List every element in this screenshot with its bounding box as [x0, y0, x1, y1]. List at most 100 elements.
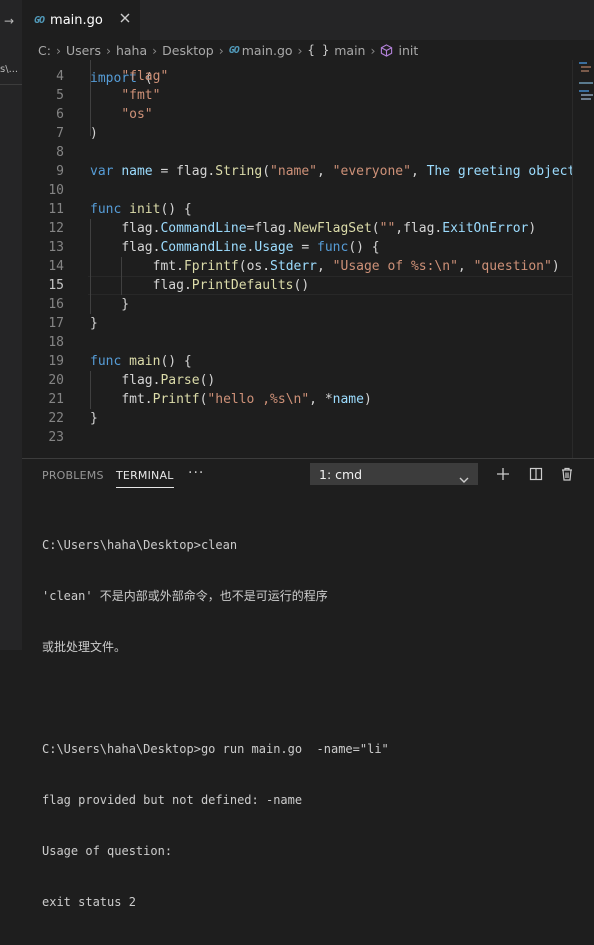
line-number: 6 — [56, 107, 64, 122]
code-line[interactable]: 13 flag.CommandLine.Usage = func() { — [22, 238, 572, 257]
code-line[interactable]: 19 func main() { — [22, 352, 572, 371]
breadcrumb-item[interactable]: Users — [66, 43, 101, 58]
breadcrumb-item[interactable]: C: — [38, 43, 51, 58]
code-line[interactable]: 10 — [22, 181, 572, 200]
line-number: 8 — [56, 145, 64, 160]
trash-icon[interactable] — [558, 465, 576, 483]
code-text: var name = flag.String("name", "everyone… — [90, 164, 576, 179]
line-number: 16 — [48, 297, 64, 312]
chevron-right-icon: › — [218, 42, 224, 58]
code-line[interactable]: 7) — [22, 124, 572, 143]
code-text: flag.Parse() — [121, 373, 216, 388]
line-number: 5 — [56, 88, 64, 103]
code-line[interactable]: 16 } — [22, 295, 572, 314]
code-text: flag.PrintDefaults() — [152, 278, 310, 293]
bottom-panel: PROBLEMS TERMINAL ··· 1: cmd C:\Users\ha… — [22, 458, 594, 909]
code-line[interactable]: 21 fmt.Printf("hello ,%s\n", *name) — [22, 390, 572, 409]
line-number: 9 — [56, 164, 64, 179]
line-number: 12 — [48, 221, 64, 236]
breadcrumb-symbol-main[interactable]: main — [334, 43, 365, 58]
line-number: 15 — [48, 278, 64, 293]
line-number: 17 — [48, 316, 64, 331]
code-text: func init() { — [90, 202, 192, 217]
line-number: 13 — [48, 240, 64, 255]
code-text: "os" — [121, 107, 153, 122]
explorer-item-truncated[interactable]: s\... — [0, 64, 22, 75]
code-text: } — [90, 297, 130, 312]
chevron-right-icon: › — [152, 42, 158, 58]
line-number: 19 — [48, 354, 64, 369]
terminal-output[interactable]: C:\Users\haha\Desktop>clean 'clean' 不是内部… — [42, 503, 389, 945]
code-text: } — [90, 316, 98, 331]
tab-label: main.go — [50, 12, 103, 28]
terminal-line: 'clean' 不是内部或外部命令，也不是可运行的程序 — [42, 589, 328, 603]
breadcrumb-file[interactable]: main.go — [242, 43, 293, 58]
breadcrumb-item[interactable]: haha — [116, 43, 147, 58]
terminal-select-value: 1: cmd — [319, 466, 363, 482]
breadcrumb: C: › Users › haha › Desktop › GO main.go… — [22, 40, 594, 60]
code-line[interactable]: 8 — [22, 143, 572, 162]
terminal-line: Usage of question: — [42, 844, 173, 858]
close-icon[interactable] — [118, 10, 132, 29]
code-editor[interactable]: import ( 4 "flag" 5 "fmt" 6 "os" 7) 8 9 var na… — [22, 60, 594, 458]
terminal-line: flag provided but not defined: -name — [42, 793, 303, 807]
line-number: 18 — [48, 335, 64, 350]
line-number: 14 — [48, 259, 64, 274]
code-line[interactable]: 5 "fmt" — [22, 86, 572, 105]
terminal-line: C:\Users\haha\Desktop>clean — [42, 538, 238, 552]
go-file-icon: GO — [228, 44, 240, 56]
editor-tab-bar: GO main.go — [22, 0, 594, 40]
tab-main-go[interactable]: GO main.go — [22, 0, 140, 40]
add-icon[interactable] — [494, 465, 512, 483]
explorer-strip: → s\... — [0, 0, 22, 650]
code-line[interactable]: 6 "os" — [22, 105, 572, 124]
more-actions-icon[interactable]: ··· — [188, 465, 204, 481]
code-text: "fmt" — [121, 88, 161, 103]
line-number: 4 — [56, 69, 64, 84]
code-text: fmt.Fprintf(os.Stderr, "Usage of %s:\n",… — [152, 259, 560, 274]
split-icon[interactable] — [527, 465, 545, 483]
code-line[interactable]: 4 "flag" — [22, 67, 572, 86]
method-cube-icon — [380, 43, 393, 57]
explorer-divider — [0, 84, 22, 85]
code-text: flag.CommandLine=flag.NewFlagSet("",flag… — [121, 221, 537, 236]
code-text: } — [90, 411, 98, 426]
code-line[interactable]: 23 — [22, 428, 572, 447]
code-line[interactable]: 12 flag.CommandLine=flag.NewFlagSet("",f… — [22, 219, 572, 238]
explorer-arrow: → — [4, 14, 15, 28]
code-text: fmt.Printf("hello ,%s\n", *name) — [121, 392, 372, 407]
line-number: 23 — [48, 430, 64, 445]
chevron-right-icon: › — [55, 42, 61, 58]
line-number: 7 — [56, 126, 64, 141]
terminal-line: C:\Users\haha\Desktop>go run main.go -na… — [42, 742, 389, 756]
code-text: "flag" — [121, 69, 169, 84]
chevron-down-icon — [458, 470, 470, 489]
code-text: func main() { — [90, 354, 192, 369]
line-number: 20 — [48, 373, 64, 388]
code-line[interactable]: 20 flag.Parse() — [22, 371, 572, 390]
breadcrumb-symbol-init[interactable]: init — [398, 43, 418, 58]
code-line[interactable]: 17} — [22, 314, 572, 333]
terminal-line: exit status 2 — [42, 895, 136, 909]
code-text: flag.CommandLine.Usage = func() { — [121, 240, 380, 255]
code-line[interactable]: 18 — [22, 333, 572, 352]
go-file-icon: GO — [34, 14, 45, 26]
minimap[interactable] — [572, 60, 594, 458]
line-number: 11 — [48, 202, 64, 217]
code-line[interactable]: 14 fmt.Fprintf(os.Stderr, "Usage of %s:\… — [22, 257, 572, 276]
breadcrumb-item[interactable]: Desktop — [162, 43, 214, 58]
code-line[interactable]: 22} — [22, 409, 572, 428]
tab-terminal[interactable]: TERMINAL — [116, 469, 174, 488]
line-number: 22 — [48, 411, 64, 426]
code-line[interactable]: 15 flag.PrintDefaults() — [22, 276, 572, 295]
terminal-line: 或批处理文件。 — [42, 640, 127, 654]
terminal-select[interactable]: 1: cmd — [310, 463, 478, 485]
code-text: ) — [90, 126, 98, 141]
code-line[interactable]: 9 var name = flag.String("name", "everyon… — [22, 162, 576, 181]
chevron-right-icon: › — [370, 42, 376, 58]
tab-problems[interactable]: PROBLEMS — [42, 469, 104, 482]
line-number: 10 — [48, 183, 64, 198]
line-number: 21 — [48, 392, 64, 407]
code-line[interactable]: 11 func init() { — [22, 200, 572, 219]
